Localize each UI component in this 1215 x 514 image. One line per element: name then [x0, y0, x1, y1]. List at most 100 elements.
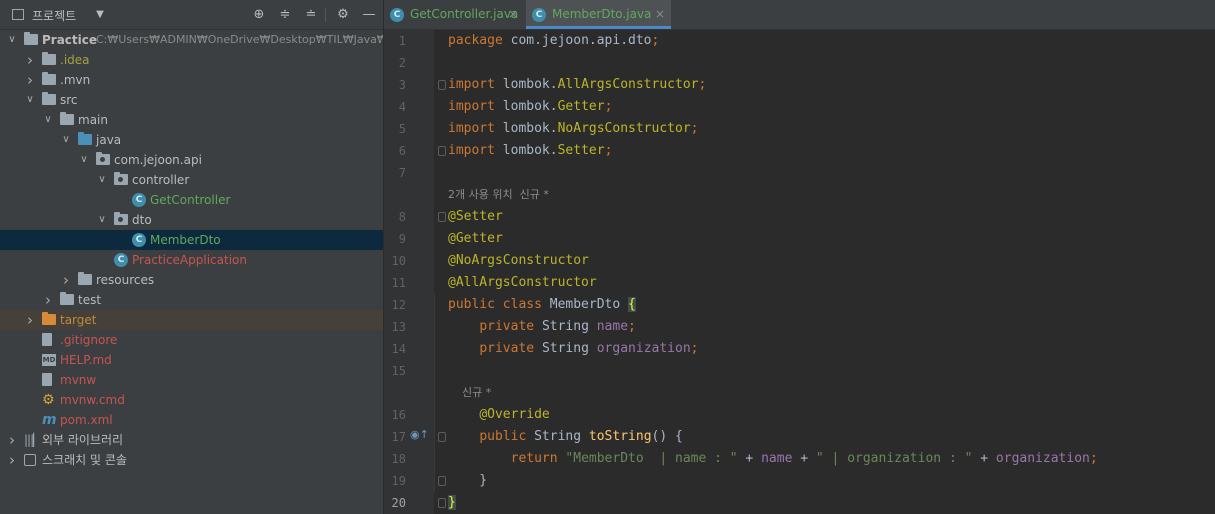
- chevron-down-icon[interactable]: ∨: [60, 130, 72, 150]
- project-panel-header: 프로젝트 ▼ ⊕ ≑ ≐ ⚙ —: [0, 0, 383, 30]
- line-number-gutter: 1 2 3 4 5 6 7 8 9 10 11 12 13 14 15 16 17 ◉↑ 18 19 20: [384, 30, 434, 514]
- fold-marker-icon[interactable]: [438, 80, 446, 90]
- tree-item[interactable]: › 스크래치 및 콘솔: [0, 450, 383, 470]
- expand-all-icon[interactable]: ≑: [276, 6, 294, 24]
- code-vision-hint[interactable]: 신규 *: [448, 382, 491, 404]
- tree-item[interactable]: .gitignore: [0, 330, 383, 350]
- locate-file-icon[interactable]: ⊕: [250, 6, 268, 24]
- override-method-icon[interactable]: ◉↑: [410, 428, 429, 446]
- line-number: 12: [391, 298, 406, 312]
- chevron-right-icon[interactable]: ›: [24, 50, 36, 70]
- tree-item[interactable]: ∨ com.jejoon.api: [0, 150, 383, 170]
- close-tab-icon[interactable]: ×: [655, 0, 665, 29]
- tree-item[interactable]: MD HELP.md: [0, 350, 383, 370]
- code-token: "MemberDto | name : ": [565, 451, 738, 466]
- collapse-all-icon[interactable]: ≐: [302, 6, 320, 24]
- tree-item[interactable]: ∨ Practice C:₩Users₩ADMIN₩OneDrive₩Desktop…: [0, 30, 383, 50]
- tree-item[interactable]: ∨ java: [0, 130, 383, 150]
- code-token: com.jejoon.api.dto: [510, 33, 652, 48]
- project-panel-title[interactable]: 프로젝트: [32, 7, 76, 24]
- code-token: @Getter: [448, 231, 503, 246]
- chevron-right-icon[interactable]: ›: [42, 290, 54, 310]
- project-view-icon[interactable]: [12, 9, 24, 20]
- line-number: 2: [398, 56, 406, 70]
- code-token: }: [448, 473, 488, 488]
- tree-item[interactable]: › .idea: [0, 50, 383, 70]
- hide-panel-icon[interactable]: —: [361, 6, 377, 24]
- cmd-icon: ⚙: [42, 392, 55, 408]
- fold-marker-icon[interactable]: [438, 212, 446, 222]
- tree-item-label: mvnw.cmd: [60, 393, 125, 407]
- tree-item-label: resources: [96, 273, 155, 287]
- fold-marker-icon[interactable]: [438, 476, 446, 486]
- editor-tab[interactable]: C GetController.java ×: [384, 0, 524, 29]
- chevron-down-icon[interactable]: ∨: [96, 170, 108, 190]
- gear-icon[interactable]: ⚙: [334, 6, 352, 24]
- chevron-right-icon[interactable]: ›: [60, 270, 72, 290]
- code-line: @AllArgsConstructor: [448, 272, 597, 294]
- fold-marker-icon[interactable]: [438, 146, 446, 156]
- code-token: ;: [698, 77, 707, 92]
- tree-item[interactable]: C PracticeApplication: [0, 250, 383, 270]
- package-icon: [96, 152, 110, 165]
- view-dropdown-icon[interactable]: ▼: [94, 6, 106, 24]
- tree-item[interactable]: ∨ src: [0, 90, 383, 110]
- code-line: }: [448, 492, 456, 514]
- tree-item[interactable]: ∨ controller: [0, 170, 383, 190]
- tree-item[interactable]: C GetController: [0, 190, 383, 210]
- chevron-down-icon[interactable]: ∨: [96, 210, 108, 230]
- line-number: 10: [391, 254, 406, 268]
- tree-item[interactable]: › test: [0, 290, 383, 310]
- line-number: 9: [398, 232, 406, 246]
- chevron-right-icon[interactable]: ›: [6, 430, 18, 450]
- tree-item[interactable]: ∨ main: [0, 110, 383, 130]
- line-number: 18: [391, 452, 406, 466]
- chevron-right-icon[interactable]: ›: [6, 450, 18, 470]
- code-token: @Override: [479, 407, 550, 422]
- line-number: 6: [398, 144, 406, 158]
- tree-item-label: .gitignore: [60, 333, 118, 347]
- code-line: @NoArgsConstructor: [448, 250, 589, 272]
- tree-item-label: java: [96, 133, 122, 147]
- chevron-right-icon[interactable]: ›: [24, 310, 36, 330]
- chevron-down-icon[interactable]: ∨: [24, 90, 36, 110]
- tree-item[interactable]: › .mvn: [0, 70, 383, 90]
- chevron-right-icon[interactable]: ›: [24, 70, 36, 90]
- code-token: NoArgsConstructor: [557, 121, 691, 136]
- tree-item[interactable]: ⚙ mvnw.cmd: [0, 390, 383, 410]
- code-token: lombok.: [502, 99, 558, 114]
- line-number: 8: [398, 210, 406, 224]
- tree-item[interactable]: mvnw: [0, 370, 383, 390]
- editor-tab[interactable]: C MemberDto.java ×: [526, 0, 671, 29]
- code-vision-hint[interactable]: 2개 사용 위치 신규 *: [448, 184, 549, 206]
- tree-item[interactable]: › |||▏ 외부 라이브러리: [0, 430, 383, 450]
- tree-item[interactable]: m pom.xml: [0, 410, 383, 430]
- code-line: import lombok.AllArgsConstructor;: [448, 74, 706, 96]
- package-icon: [114, 172, 128, 185]
- line-number: 4: [398, 100, 406, 114]
- tree-item-label: .mvn: [60, 73, 91, 87]
- tree-item-label: com.jejoon.api: [114, 153, 202, 167]
- scratches-icon: [24, 454, 36, 466]
- libraries-icon: |||▏: [24, 433, 42, 447]
- chevron-down-icon[interactable]: ∨: [42, 110, 54, 130]
- tree-item[interactable]: › resources: [0, 270, 383, 290]
- code-token: +: [737, 451, 762, 466]
- folder-icon: [60, 292, 74, 305]
- tree-item[interactable]: ∨ dto: [0, 210, 383, 230]
- code-token: }: [448, 495, 456, 510]
- close-tab-icon[interactable]: ×: [508, 0, 518, 29]
- tree-item[interactable]: C MemberDto: [0, 230, 383, 250]
- chevron-down-icon[interactable]: ∨: [6, 30, 18, 50]
- tree-item[interactable]: › target: [0, 310, 383, 330]
- line-number: 17: [391, 430, 406, 444]
- line-number: 19: [391, 474, 406, 488]
- chevron-down-icon[interactable]: ∨: [78, 150, 90, 170]
- code-area[interactable]: package com.jejoon.api.dto; import lombok…: [448, 30, 1215, 514]
- fold-marker-icon[interactable]: [438, 432, 446, 442]
- tree-item-label: Practice: [42, 33, 98, 47]
- code-token: +: [972, 451, 996, 466]
- fold-marker-icon[interactable]: [438, 498, 446, 508]
